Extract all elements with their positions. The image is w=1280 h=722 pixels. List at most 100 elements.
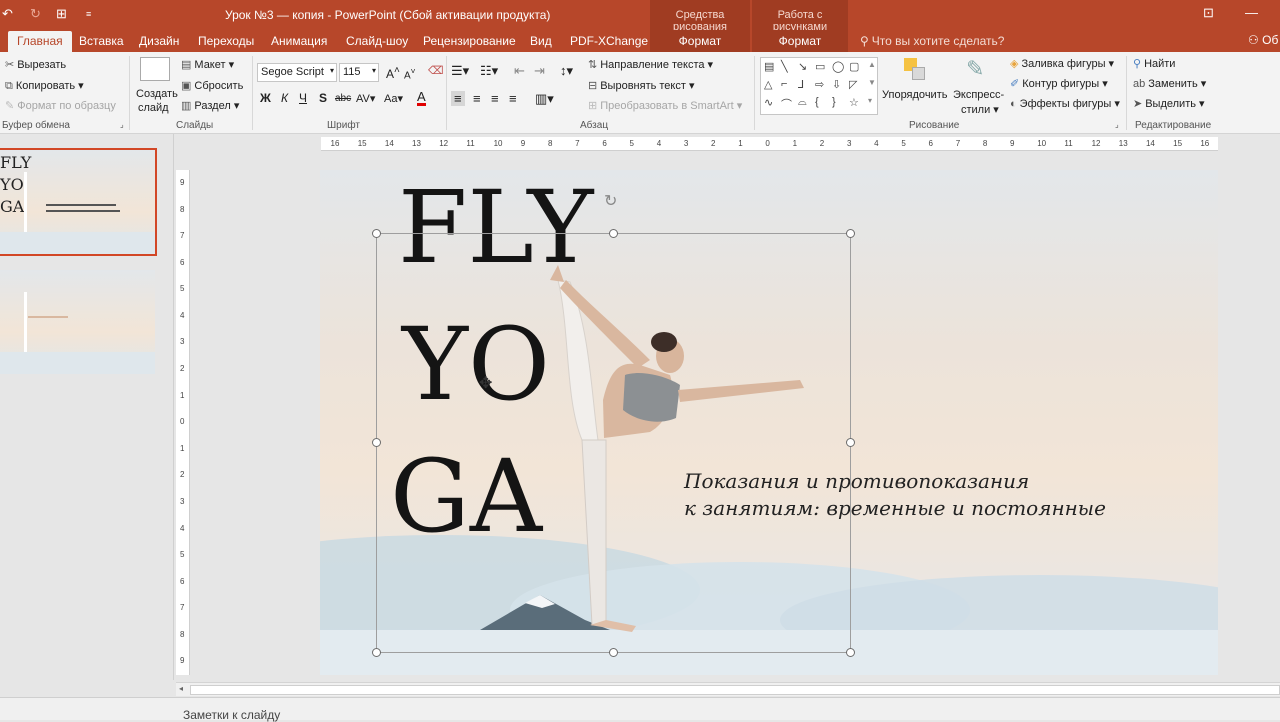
font-color-button[interactable]: A [417, 90, 426, 106]
star-shape-icon[interactable]: ☆ [849, 96, 859, 109]
new-slide-button-line2[interactable]: слайд [138, 102, 169, 114]
gallery-more-icon[interactable]: ▾ [868, 96, 872, 105]
slide-canvas[interactable]: FLY YO GA Показания и противопоказания к… [320, 170, 1218, 675]
numbering-icon[interactable]: ☷▾ [480, 63, 498, 79]
shape-fill-button[interactable]: ◈ Заливка фигуры ▾ [1010, 57, 1114, 70]
grow-font-button[interactable]: A˄ [386, 65, 400, 81]
right-arrow-shape-icon[interactable]: ⇨ [815, 78, 824, 91]
char-spacing-button[interactable]: AV▾ [356, 92, 375, 105]
slide-thumbnail-1[interactable]: FLY YO GA [0, 148, 157, 256]
increase-indent-icon[interactable]: ⇥ [534, 63, 545, 79]
rounded-rect-shape-icon[interactable]: ▢ [849, 60, 859, 73]
shrink-font-button[interactable]: A˅ [404, 66, 416, 81]
callout-shape-icon[interactable]: ◸ [849, 78, 857, 91]
copy-button[interactable]: ⧉ Копировать ▾ [5, 79, 84, 93]
resize-handle[interactable] [846, 438, 855, 447]
elbow-arrow-icon[interactable]: ⅃ [798, 78, 804, 91]
resize-handle[interactable] [372, 648, 381, 657]
title-selection-frame[interactable] [376, 233, 851, 653]
minimize-icon[interactable]: — [1245, 5, 1258, 20]
tab-view[interactable]: Вид [530, 34, 552, 48]
find-button[interactable]: ⚲ Найти [1133, 57, 1175, 70]
undo-icon[interactable]: ↶ [2, 6, 13, 22]
underline-button[interactable]: Ч [299, 91, 307, 105]
dialog-launcher-icon[interactable]: ⌟ [120, 120, 124, 129]
cut-button[interactable]: ✂ Вырезать [5, 58, 66, 71]
tab-insert[interactable]: Вставка [79, 34, 124, 48]
arrow-line-shape-icon[interactable]: ↘ [798, 60, 807, 73]
freeform-shape-icon[interactable]: ∿ [764, 96, 773, 109]
align-center-icon[interactable]: ≡ [473, 91, 481, 106]
down-arrow-shape-icon[interactable]: ⇩ [832, 78, 841, 91]
bullets-icon[interactable]: ☰▾ [451, 63, 469, 79]
new-slide-button[interactable]: Создать [136, 88, 178, 100]
tab-design[interactable]: Дизайн [139, 34, 179, 48]
slide-thumbnail-2[interactable] [0, 270, 155, 374]
arc-shape-icon[interactable]: ⌓ [798, 96, 807, 109]
shape-outline-button[interactable]: ✐ Контур фигуры ▾ [1010, 77, 1108, 90]
right-brace-shape-icon[interactable]: } [832, 96, 836, 108]
align-text-button[interactable]: ⊟ Выровнять текст ▾ [588, 79, 694, 92]
notes-pane[interactable]: Заметки к слайду [0, 697, 1280, 722]
select-button[interactable]: ➤ Выделить ▾ [1133, 97, 1205, 110]
tell-me-input[interactable]: ⚲ Что вы хотите сделать? [860, 34, 1004, 48]
left-brace-shape-icon[interactable]: { [815, 96, 819, 108]
redo-icon[interactable]: ↻ [30, 6, 41, 22]
reset-button[interactable]: ▣ Сбросить [181, 79, 243, 92]
justify-icon[interactable]: ≡ [509, 91, 517, 106]
align-left-icon[interactable]: ≡ [451, 91, 465, 106]
tab-drawing-format[interactable]: Формат [650, 30, 750, 52]
tab-transitions[interactable]: Переходы [198, 34, 254, 48]
align-right-icon[interactable]: ≡ [491, 91, 499, 106]
bold-button[interactable]: Ж [260, 91, 271, 105]
customize-qat-icon[interactable]: ≡ [86, 9, 91, 19]
columns-icon[interactable]: ▥▾ [535, 91, 554, 107]
resize-handle[interactable] [609, 229, 618, 238]
resize-handle[interactable] [846, 648, 855, 657]
present-icon[interactable]: ⊞ [56, 6, 67, 22]
font-size-combo[interactable]: 115 ▾ [339, 63, 379, 82]
horizontal-scrollbar[interactable]: ◂ [176, 682, 1280, 696]
rotate-handle-icon[interactable]: ↻ [604, 191, 617, 211]
replace-button[interactable]: ab Заменить ▾ [1133, 77, 1206, 90]
section-button[interactable]: ▥ Раздел ▾ [181, 99, 239, 112]
arrange-button[interactable]: Упорядочить [882, 89, 947, 101]
scroll-left-icon[interactable]: ◂ [179, 684, 183, 693]
clear-format-icon[interactable]: ⌫ [428, 64, 444, 77]
oval-shape-icon[interactable]: ◯ [832, 60, 844, 73]
italic-button[interactable]: К [281, 91, 288, 105]
rectangle-shape-icon[interactable]: ▭ [815, 60, 825, 73]
layout-button[interactable]: ▤ Макет ▾ [181, 58, 234, 71]
dialog-launcher-icon[interactable]: ⌟ [1115, 120, 1119, 129]
tab-pdfxchange[interactable]: PDF-XChange [570, 34, 648, 48]
ribbon-display-icon[interactable]: ⊡ [1203, 5, 1214, 21]
shapes-gallery[interactable]: ▤ ╲ ↘ ▭ ◯ ▢ △ ⌐ ⅃ ⇨ ⇩ ◸ ∿ ⌒ ⌓ { } ☆ ▲ ▼ … [760, 57, 878, 115]
tab-home[interactable]: Главная [8, 31, 72, 52]
gallery-up-icon[interactable]: ▲ [868, 60, 876, 69]
tab-slideshow[interactable]: Слайд-шоу [346, 34, 408, 48]
line-shape-icon[interactable]: ╲ [781, 60, 788, 73]
textbox-shape-icon[interactable]: ▤ [764, 60, 774, 73]
strikethrough-button[interactable]: abc [335, 93, 351, 104]
change-case-button[interactable]: Aa▾ [384, 92, 403, 105]
resize-handle[interactable] [846, 229, 855, 238]
format-painter-button[interactable]: ✎ Формат по образцу [5, 99, 116, 112]
account-button[interactable]: ⚇ Об [1248, 33, 1278, 47]
tab-animations[interactable]: Анимация [271, 34, 327, 48]
resize-handle[interactable] [609, 648, 618, 657]
tab-picture-format[interactable]: Формат [752, 30, 848, 52]
resize-handle[interactable] [372, 438, 381, 447]
gallery-down-icon[interactable]: ▼ [868, 78, 876, 87]
text-direction-button[interactable]: ⇅ Направление текста ▾ [588, 58, 713, 71]
line-spacing-icon[interactable]: ↕▾ [560, 63, 573, 79]
elbow-connector-icon[interactable]: ⌐ [781, 78, 787, 90]
quick-styles-button[interactable]: Экспресс- [953, 89, 1004, 101]
decrease-indent-icon[interactable]: ⇤ [514, 63, 525, 79]
shape-effects-button[interactable]: ◐ Эффекты фигуры ▾ [1010, 97, 1120, 110]
shadow-button[interactable]: S [319, 91, 327, 105]
tab-review[interactable]: Рецензирование [423, 34, 516, 48]
quick-styles-button-line2[interactable]: стили ▾ [961, 103, 999, 116]
triangle-shape-icon[interactable]: △ [764, 78, 772, 91]
resize-handle[interactable] [372, 229, 381, 238]
scrollbar-thumb[interactable] [190, 685, 1280, 695]
